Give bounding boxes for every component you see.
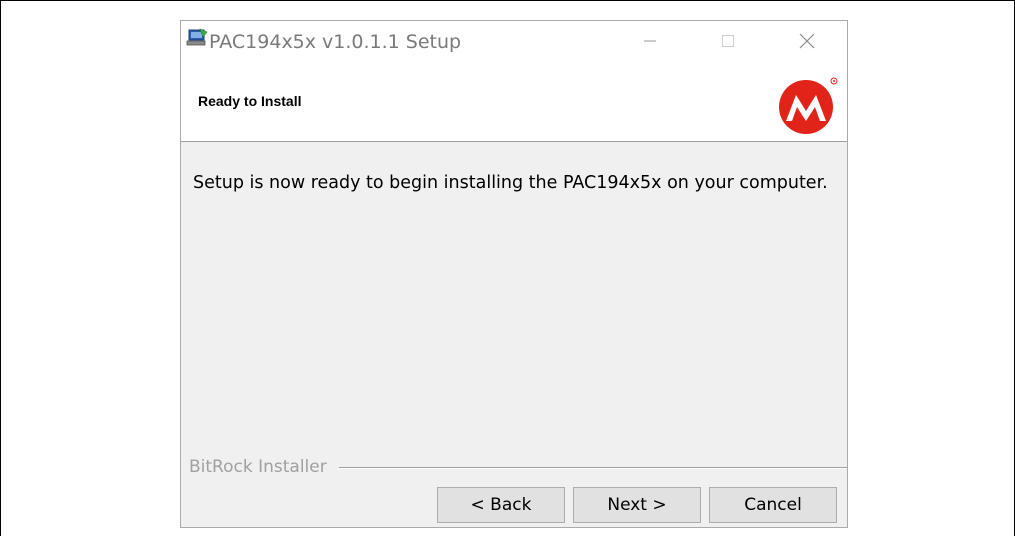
brand-divider — [339, 467, 847, 469]
close-button[interactable] — [778, 21, 836, 61]
ready-message: Setup is now ready to begin installing t… — [193, 173, 828, 193]
title-bar[interactable]: PAC194x5x v1.0.1.1 Setup — [181, 21, 847, 65]
close-icon — [799, 33, 815, 49]
installer-computer-icon — [186, 28, 208, 46]
window-title: PAC194x5x v1.0.1.1 Setup — [209, 31, 462, 53]
setup-dialog: PAC194x5x v1.0.1.1 Setup Ready to Instal… — [180, 20, 848, 528]
maximize-button[interactable] — [699, 21, 757, 61]
microchip-logo — [779, 77, 838, 134]
minimize-icon — [644, 40, 656, 42]
maximize-icon — [722, 35, 734, 47]
minimize-button[interactable] — [621, 21, 679, 61]
cancel-button[interactable]: Cancel — [709, 487, 837, 523]
installer-brand-row: BitRock Installer — [189, 457, 847, 479]
next-button[interactable]: Next > — [573, 487, 701, 523]
page-title: Ready to Install — [198, 93, 302, 109]
brand-label: BitRock Installer — [189, 457, 335, 477]
wizard-header: Ready to Install — [181, 65, 847, 142]
back-button[interactable]: < Back — [437, 487, 565, 523]
